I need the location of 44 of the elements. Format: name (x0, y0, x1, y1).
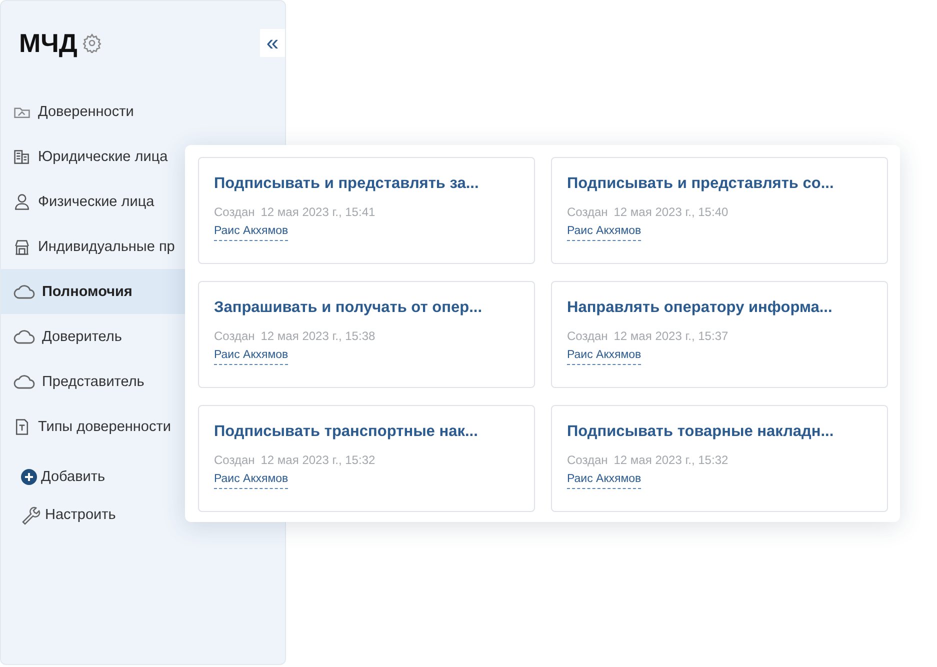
document-icon (13, 418, 31, 436)
cloud-icon (13, 282, 35, 300)
created-date: 12 мая 2023 г., 15:37 (614, 329, 728, 343)
author-link[interactable]: Раис Акхямов (567, 473, 642, 489)
person-icon (13, 192, 31, 210)
created-date: 12 мая 2023 г., 15:40 (614, 205, 728, 219)
card-title[interactable]: Подписывать товарные накладн... (567, 423, 873, 441)
cloud-icon (13, 372, 35, 390)
card[interactable]: Запрашивать и получать от опер... Создан 12 мая 2023 г., 15:38 Раис Акхямов (198, 281, 535, 388)
card[interactable]: Направлять оператору информа... Создан 12 мая 2023 г., 15:37 Раис Акхямов (551, 281, 888, 388)
sidebar-item[interactable]: Доверенности (1, 89, 285, 134)
created-date: 12 мая 2023 г., 15:38 (260, 329, 376, 343)
cloud-icon (13, 328, 35, 346)
created-label: Создан (214, 205, 255, 219)
card-title[interactable]: Подписывать и представлять за... (214, 175, 520, 193)
building-icon (13, 148, 31, 166)
author-link[interactable]: Раис Акхямов (214, 473, 288, 489)
add-button[interactable]: Добавить (21, 469, 106, 485)
card[interactable]: Подписывать товарные накладн... Создан 12 мая 2023 г., 15:32 Раис Акхямов (551, 405, 888, 512)
author-link[interactable]: Раис Акхямов (214, 225, 288, 241)
card-title[interactable]: Направлять оператору информа... (567, 299, 873, 317)
created-label: Создан (567, 205, 608, 219)
created-date: 12 мая 2023 г., 15:32 (260, 453, 376, 467)
author-link[interactable]: Раис Акхямов (214, 349, 288, 365)
card[interactable]: Подписывать и представлять со... Создан 12 мая 2023 г., 15:40 Раис Акхямов (551, 157, 888, 264)
shop-icon (13, 238, 31, 256)
created-label: Создан (567, 329, 608, 343)
configure-button[interactable]: Настроить (21, 505, 116, 525)
card[interactable]: Подписывать и представлять за... Создан 12 мая 2023 г., 15:41 Раис Акхямов (198, 157, 535, 264)
created-label: Создан (214, 329, 255, 343)
author-link[interactable]: Раис Акхямов (567, 349, 642, 365)
created-label: Создан (567, 453, 608, 467)
collapse-button[interactable]: « (260, 29, 285, 57)
created-date: 12 мая 2023 г., 15:32 (614, 453, 728, 467)
created-label: Создан (214, 453, 255, 467)
settings-icon[interactable] (82, 33, 102, 53)
card-title[interactable]: Подписывать транспортные нак... (214, 423, 520, 441)
created-date: 12 мая 2023 г., 15:41 (260, 205, 376, 219)
add-icon (21, 469, 37, 485)
wrench-icon (21, 505, 41, 525)
card-title[interactable]: Подписывать и представлять со... (567, 175, 873, 193)
author-link[interactable]: Раис Акхямов (567, 225, 642, 241)
app-title: МЧД (19, 28, 78, 58)
card[interactable]: Подписывать транспортные нак... Создан 12 мая 2023 г., 15:32 Раис Акхямов (198, 405, 535, 512)
